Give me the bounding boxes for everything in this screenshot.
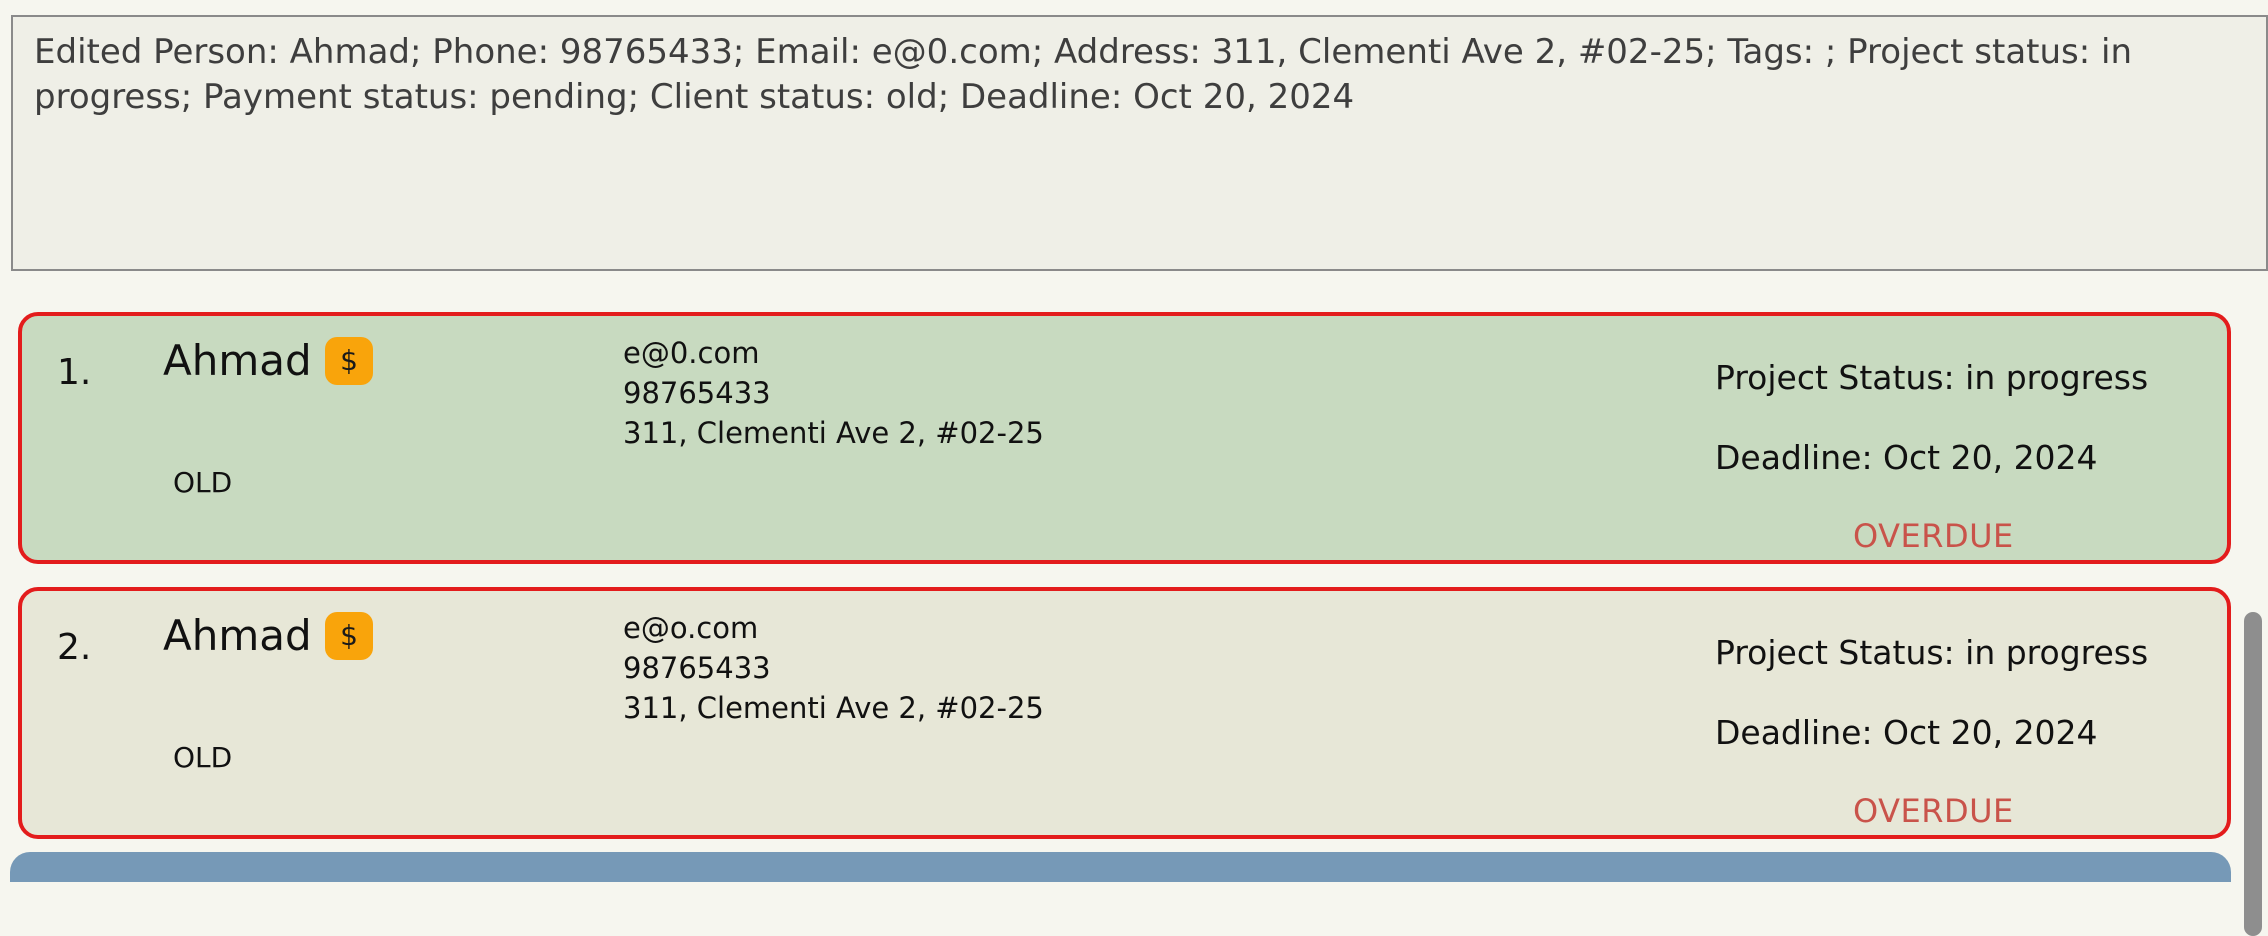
overdue-badge: OVERDUE [1853, 792, 2014, 830]
client-status-label: OLD [173, 741, 233, 774]
person-card[interactable]: 2. Ahmad $ OLD e@o.com 98765433 311, Cle… [18, 587, 2231, 839]
result-message: Edited Person: Ahmad; Phone: 98765433; E… [34, 32, 2133, 117]
deadline: Deadline: Oct 20, 2024 [1715, 438, 2098, 477]
person-email: e@0.com [623, 336, 760, 370]
client-status-label: OLD [173, 466, 233, 499]
person-address: 311, Clementi Ave 2, #02-25 [623, 416, 1044, 450]
person-name: Ahmad [163, 336, 312, 385]
person-index: 1. [57, 352, 92, 393]
person-index: 2. [57, 627, 92, 668]
project-status: Project Status: in progress [1715, 633, 2149, 672]
person-list[interactable]: 1. Ahmad $ OLD e@0.com 98765433 311, Cle… [0, 300, 2268, 936]
scrollbar-thumb[interactable] [2244, 612, 2262, 936]
person-phone: 98765433 [623, 376, 771, 410]
person-email: e@o.com [623, 611, 759, 645]
person-address: 311, Clementi Ave 2, #02-25 [623, 691, 1044, 725]
person-card[interactable]: 1. Ahmad $ OLD e@0.com 98765433 311, Cle… [18, 312, 2231, 564]
person-phone: 98765433 [623, 651, 771, 685]
result-display[interactable]: Edited Person: Ahmad; Phone: 98765433; E… [11, 15, 2268, 271]
project-status: Project Status: in progress [1715, 358, 2149, 397]
person-name: Ahmad [163, 611, 312, 660]
overdue-badge: OVERDUE [1853, 517, 2014, 555]
person-card-partial[interactable] [10, 852, 2231, 882]
payment-pending-icon: $ [325, 612, 373, 660]
deadline: Deadline: Oct 20, 2024 [1715, 713, 2098, 752]
payment-pending-icon: $ [325, 337, 373, 385]
